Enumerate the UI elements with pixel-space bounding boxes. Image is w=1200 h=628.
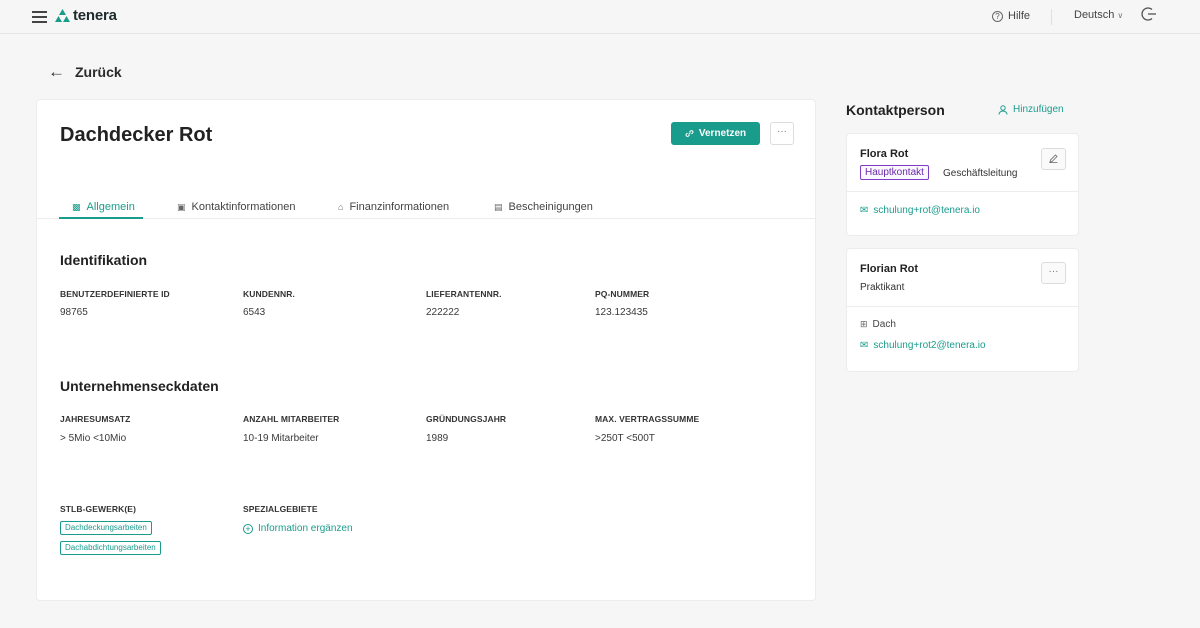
field-label-trades: STLB-GEWERK(E) xyxy=(60,504,137,514)
primary-contact-badge: Hauptkontakt xyxy=(860,165,929,180)
logo-text: tenera xyxy=(73,7,117,24)
field-label-customer-no: KUNDENNR. xyxy=(243,289,295,299)
bank-icon: ⌂ xyxy=(338,202,344,212)
mail-icon: ✉ xyxy=(860,340,869,351)
contact-card-icon: ▣ xyxy=(177,201,186,212)
field-label-employees: ANZAHL MITARBEITER xyxy=(243,414,340,424)
field-label-max-contract: MAX. VERTRAGSSUMME xyxy=(595,414,700,424)
building-icon: ▩ xyxy=(72,201,81,212)
field-value-employees: 10-19 Mitarbeiter xyxy=(243,433,319,444)
edit-contact-button[interactable] xyxy=(1041,148,1066,170)
section-title-company-data: Unternehmenseckdaten xyxy=(60,378,219,394)
back-button[interactable]: ← Zurück xyxy=(48,63,122,80)
certificate-icon: ▤ xyxy=(494,201,503,212)
company-card: Dachdecker Rot Vernetzen ··· ▩ Allgemein… xyxy=(36,99,816,601)
field-value-revenue: > 5Mio <10Mio xyxy=(60,433,127,444)
help-icon: ? xyxy=(992,10,1003,22)
field-value-customer-no: 6543 xyxy=(243,307,266,318)
language-label: Deutsch xyxy=(1074,9,1115,21)
user-icon xyxy=(998,104,1008,115)
tab-label: Kontaktinformationen xyxy=(191,201,296,213)
contact-trade-label: Dach xyxy=(872,319,896,330)
field-value-max-contract: >250T <500T xyxy=(595,433,655,444)
chevron-down-icon: ∨ xyxy=(1117,10,1124,20)
logout-icon[interactable] xyxy=(1141,6,1157,22)
plus-circle-icon: + xyxy=(243,523,253,534)
contact-email: schulung+rot2@tenera.io xyxy=(873,340,986,351)
tab-bescheinigungen[interactable]: ▤ Bescheinigungen xyxy=(494,196,593,218)
active-tab-indicator xyxy=(59,217,143,219)
connect-button[interactable]: Vernetzen xyxy=(671,122,760,145)
field-value-supplier-no: 222222 xyxy=(426,307,460,318)
field-value-custom-id: 98765 xyxy=(60,307,88,318)
page-title: Dachdecker Rot xyxy=(60,124,213,146)
help-link[interactable]: ? Hilfe xyxy=(992,10,1030,22)
field-label-pq-number: PQ-NUMMER xyxy=(595,289,650,299)
divider xyxy=(847,191,1078,192)
mail-icon: ✉ xyxy=(860,205,869,216)
tenera-logo-icon xyxy=(55,9,70,22)
top-bar: tenera ? Hilfe Deutsch ∨ xyxy=(0,0,1200,34)
contact-card: Flora Rot Hauptkontakt Geschäftsleitung … xyxy=(846,133,1079,236)
field-value-founding-year: 1989 xyxy=(426,433,449,444)
logo[interactable]: tenera xyxy=(55,7,117,24)
field-label-custom-id: BENUTZERDEFINIERTE ID xyxy=(60,289,170,299)
add-contact-button[interactable]: Hinzufügen xyxy=(998,104,1064,115)
add-contact-label: Hinzufügen xyxy=(1013,104,1064,115)
contact-trade: ⊞ Dach xyxy=(860,319,896,330)
field-label-specialties: SPEZIALGEBIETE xyxy=(243,504,318,514)
contact-card: Florian Rot Praktikant ··· ⊞ Dach ✉ schu… xyxy=(846,248,1079,372)
contact-email-link[interactable]: ✉ schulung+rot@tenera.io xyxy=(860,205,980,216)
divider xyxy=(1051,9,1052,25)
trade-tag: Dachdeckungsarbeiten xyxy=(60,521,152,535)
tab-label: Allgemein xyxy=(86,201,135,213)
arrow-left-icon: ← xyxy=(48,62,65,81)
trade-tag: Dachabdichtungsarbeiten xyxy=(60,541,161,555)
contact-role: Praktikant xyxy=(860,282,905,293)
grid-icon: ⊞ xyxy=(860,319,868,329)
tab-bar: ▩ Allgemein ▣ Kontaktinformationen ⌂ Fin… xyxy=(37,192,815,219)
field-label-supplier-no: LIEFERANTENNR. xyxy=(426,289,502,299)
contact-name: Florian Rot xyxy=(860,263,919,275)
field-label-revenue: JAHRESUMSATZ xyxy=(60,414,131,424)
menu-icon[interactable] xyxy=(32,11,47,23)
more-options-button[interactable]: ··· xyxy=(770,122,794,145)
help-label: Hilfe xyxy=(1008,10,1031,22)
field-value-pq-number: 123.123435 xyxy=(595,307,648,318)
divider xyxy=(847,306,1078,307)
back-label: Zurück xyxy=(75,63,122,80)
contact-role: Geschäftsleitung xyxy=(943,168,1018,179)
contact-email-link[interactable]: ✉ schulung+rot2@tenera.io xyxy=(860,340,986,351)
link-icon xyxy=(685,130,694,137)
language-select[interactable]: Deutsch ∨ xyxy=(1074,9,1123,21)
tab-label: Bescheinigungen xyxy=(508,201,593,213)
section-title-identification: Identifikation xyxy=(60,252,148,268)
contact-email: schulung+rot@tenera.io xyxy=(873,205,980,216)
contact-more-button[interactable]: ··· xyxy=(1041,262,1066,284)
tab-allgemein[interactable]: ▩ Allgemein xyxy=(72,196,135,218)
add-information-label: Information ergänzen xyxy=(258,523,353,534)
tab-label: Finanzinformationen xyxy=(349,201,450,213)
contact-name: Flora Rot xyxy=(860,148,909,160)
field-label-founding-year: GRÜNDUNGSJAHR xyxy=(426,414,507,424)
tab-finanzinformationen[interactable]: ⌂ Finanzinformationen xyxy=(338,196,449,218)
pencil-icon xyxy=(1049,154,1058,163)
contacts-title: Kontaktperson xyxy=(846,102,945,118)
connect-label: Vernetzen xyxy=(698,128,747,139)
add-information-link[interactable]: + Information ergänzen xyxy=(243,523,353,534)
tab-kontaktinformationen[interactable]: ▣ Kontaktinformationen xyxy=(177,196,295,218)
